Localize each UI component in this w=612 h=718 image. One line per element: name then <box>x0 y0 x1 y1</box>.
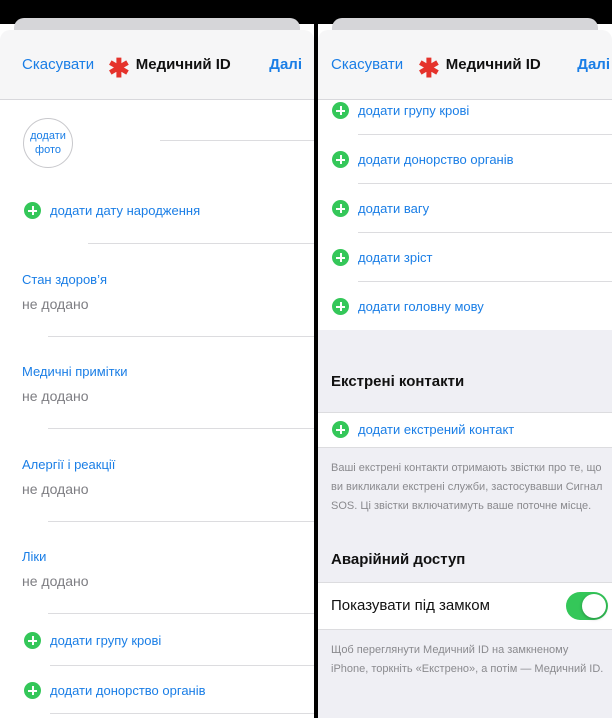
add-birthdate-label: додати дату народження <box>50 203 201 218</box>
next-button[interactable]: Далі <box>577 56 610 73</box>
add-plus-icon <box>24 632 41 649</box>
add-height-row[interactable]: додати зріст <box>332 249 432 266</box>
separator <box>50 665 314 666</box>
sheet-edge <box>332 18 598 30</box>
add-language-row[interactable]: додати головну мову <box>332 298 484 315</box>
sheet-edge <box>14 18 300 30</box>
medications-label[interactable]: Ліки <box>22 549 46 564</box>
add-organ-donor-row[interactable]: додати донорство органів <box>24 682 206 699</box>
add-photo-button[interactable]: додати фото <box>23 118 73 168</box>
add-photo-label-2: фото <box>35 144 61 156</box>
nav-title-text: Медичний ID <box>445 56 541 73</box>
add-plus-icon <box>332 421 349 438</box>
note-line: Щоб переглянути Медичний ID на замкненом… <box>331 644 569 656</box>
toggle-knob <box>582 594 606 618</box>
medical-asterisk-icon: ✱ <box>418 52 440 83</box>
separator <box>358 281 612 282</box>
add-blood-type-row[interactable]: додати групу крові <box>24 632 161 649</box>
section-background <box>318 330 612 412</box>
separator <box>358 232 612 233</box>
add-emergency-contact-label: додати екстрений контакт <box>358 422 515 437</box>
emergency-contacts-header: Екстрені контакти <box>331 373 465 390</box>
allergies-label[interactable]: Алергії і реакції <box>22 457 115 472</box>
add-language-label: додати головну мову <box>358 299 484 314</box>
add-plus-icon <box>332 200 349 217</box>
add-blood-type-label: додати групу крові <box>358 103 470 118</box>
emergency-contacts-note: Ваші екстрені контакти отримають звістки… <box>331 459 611 516</box>
next-button[interactable]: Далі <box>269 56 302 73</box>
show-when-locked-row: Показувати під замком <box>318 582 612 630</box>
health-condition-label[interactable]: Стан здоров’я <box>22 272 107 287</box>
add-plus-icon <box>332 298 349 315</box>
separator <box>48 336 314 337</box>
separator <box>358 134 612 135</box>
note-line: Ваші екстрені контакти отримають звістки… <box>331 462 602 474</box>
separator <box>160 140 314 141</box>
add-organ-donor-label: додати донорство органів <box>358 152 514 167</box>
add-birthdate-row[interactable]: додати дату народження <box>24 202 200 219</box>
emergency-access-header: Аварійний доступ <box>331 551 466 568</box>
add-organ-donor-row[interactable]: додати донорство органів <box>332 151 514 168</box>
separator <box>48 613 314 614</box>
add-blood-type-label: додати групу крові <box>50 633 162 648</box>
add-blood-type-row[interactable]: додати групу крові <box>332 102 469 119</box>
right-screen: Скасувати ✱ Медичний ID Далі додати груп… <box>318 0 612 718</box>
add-plus-icon <box>332 249 349 266</box>
nav-title: ✱ Медичний ID <box>108 52 231 83</box>
nav-bar: Скасувати ✱ Медичний ID Далі <box>318 30 612 100</box>
separator <box>358 183 612 184</box>
medical-notes-label[interactable]: Медичні примітки <box>22 364 127 379</box>
add-plus-icon <box>24 202 41 219</box>
nav-title-text: Медичний ID <box>135 56 231 73</box>
nav-title: ✱ Медичний ID <box>418 52 541 83</box>
left-screen: Скасувати ✱ Медичний ID Далі додати фото… <box>0 0 314 718</box>
separator <box>50 713 314 714</box>
cancel-button[interactable]: Скасувати <box>22 56 94 73</box>
note-line: ви викликали екстрені служби, застосував… <box>331 481 603 493</box>
add-photo-label-1: додати <box>30 130 66 142</box>
medical-asterisk-icon: ✱ <box>108 52 130 83</box>
separator <box>88 243 314 244</box>
add-emergency-contact-row[interactable]: додати екстрений контакт <box>318 412 612 448</box>
add-organ-donor-label: додати донорство органів <box>50 683 206 698</box>
add-plus-icon <box>332 102 349 119</box>
emergency-access-note: Щоб переглянути Медичний ID на замкненом… <box>331 641 611 679</box>
add-weight-row[interactable]: додати вагу <box>332 200 429 217</box>
add-plus-icon <box>24 682 41 699</box>
allergies-value: не додано <box>22 481 89 497</box>
add-plus-icon <box>332 151 349 168</box>
add-emergency-contact-button[interactable]: додати екстрений контакт <box>332 421 514 438</box>
add-weight-label: додати вагу <box>358 201 430 216</box>
separator <box>48 428 314 429</box>
nav-bar: Скасувати ✱ Медичний ID Далі <box>0 30 314 100</box>
show-when-locked-label: Показувати під замком <box>331 597 490 614</box>
health-condition-value: не додано <box>22 296 89 312</box>
medications-value: не додано <box>22 573 89 589</box>
note-line: iPhone, торкніть «Екстрено», а потім — М… <box>331 663 604 675</box>
note-line: SOS. Ці звістки включатимуть ваше поточн… <box>331 500 592 512</box>
add-height-label: додати зріст <box>358 250 433 265</box>
medical-notes-value: не додано <box>22 388 89 404</box>
show-when-locked-toggle[interactable] <box>566 592 608 620</box>
separator <box>48 521 314 522</box>
cancel-button[interactable]: Скасувати <box>331 56 403 73</box>
